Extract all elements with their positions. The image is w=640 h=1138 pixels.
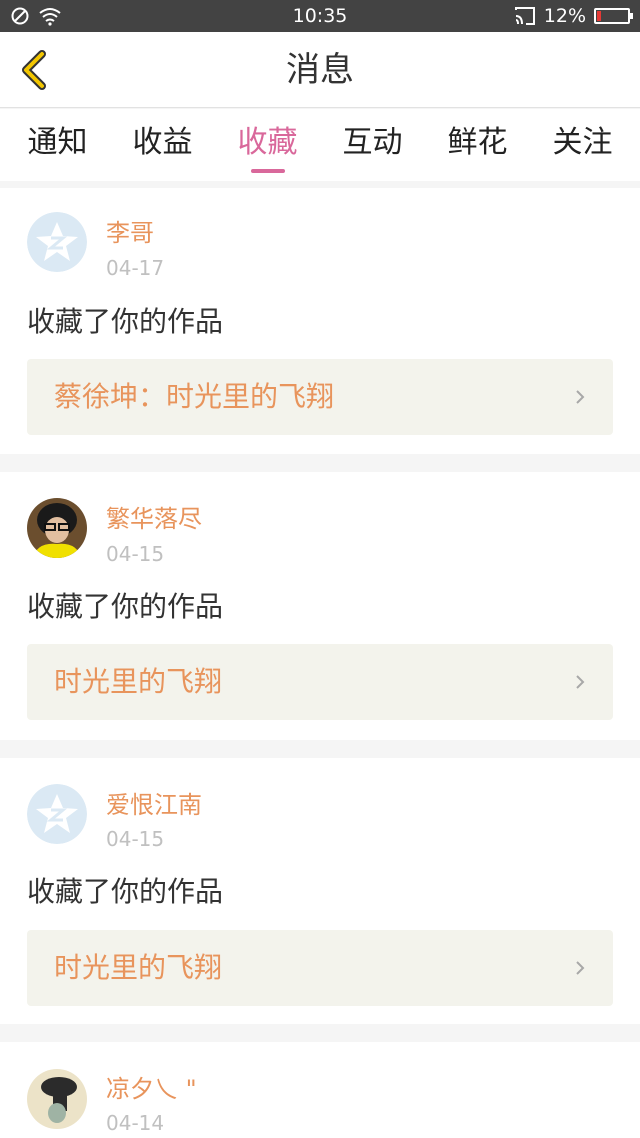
message-date: 04-17 — [106, 256, 165, 280]
tab-notifications[interactable]: 通知 — [4, 109, 111, 181]
qzone-star-icon — [27, 784, 87, 844]
work-title: 蔡徐坤：时光里的飞翔 — [54, 380, 335, 413]
battery-icon — [594, 8, 633, 24]
action-text: 收藏了你的作品 — [27, 875, 224, 908]
qzone-star-icon — [27, 212, 87, 272]
tab-label: 收益 — [132, 125, 193, 160]
user-avatar[interactable] — [27, 1069, 87, 1129]
tab-label: 关注 — [552, 125, 613, 160]
tab-label: 鲜花 — [447, 125, 508, 160]
screen-cast-icon — [514, 7, 535, 25]
work-link[interactable]: 蔡徐坤：时光里的飞翔 — [27, 359, 613, 435]
message-card: 李哥 04-17 收藏了你的作品 蔡徐坤：时光里的飞翔 — [0, 188, 640, 454]
battery-percent: 12% — [543, 5, 586, 27]
status-right-icons: 12% — [514, 4, 633, 28]
message-card: 凉夕乀 " 04-14 — [0, 1042, 640, 1138]
tab-flowers[interactable]: 鲜花 — [424, 109, 531, 181]
work-link[interactable]: 时光里的飞翔 — [27, 930, 613, 1006]
work-link[interactable]: 时光里的飞翔 — [27, 644, 613, 720]
top-nav-bar: 消息 — [0, 32, 640, 108]
tab-favorites[interactable]: 收藏 — [214, 109, 321, 181]
default-avatar[interactable] — [27, 784, 87, 844]
work-title: 时光里的飞翔 — [54, 951, 223, 984]
tab-following[interactable]: 关注 — [529, 109, 636, 181]
username[interactable]: 繁华落尽 — [106, 504, 202, 534]
action-text: 收藏了你的作品 — [27, 590, 224, 623]
message-date: 04-15 — [106, 827, 165, 851]
username[interactable]: 李哥 — [106, 218, 154, 248]
user-photo-icon — [27, 498, 87, 558]
username[interactable]: 爱恨江南 — [106, 790, 202, 820]
message-card: 爱恨江南 04-15 收藏了你的作品 时光里的飞翔 — [0, 758, 640, 1024]
tab-earnings[interactable]: 收益 — [109, 109, 216, 181]
message-date: 04-14 — [106, 1111, 165, 1135]
category-tabs: 通知 收益 收藏 互动 鲜花 关注 — [0, 109, 640, 181]
username[interactable]: 凉夕乀 " — [106, 1074, 197, 1104]
message-date: 04-15 — [106, 542, 165, 566]
message-card: 繁华落尽 04-15 收藏了你的作品 时光里的飞翔 — [0, 472, 640, 740]
page-title: 消息 — [286, 50, 354, 90]
tab-interactions[interactable]: 互动 — [319, 109, 426, 181]
work-title: 时光里的飞翔 — [54, 665, 223, 698]
tab-label: 收藏 — [237, 125, 298, 160]
chevron-right-icon — [576, 675, 585, 689]
tab-label: 互动 — [342, 125, 403, 160]
chevron-right-icon — [576, 961, 585, 975]
tab-label: 通知 — [27, 125, 88, 160]
chevron-right-icon — [576, 390, 585, 404]
active-tab-indicator — [250, 169, 285, 173]
action-text: 收藏了你的作品 — [27, 305, 224, 338]
user-avatar[interactable] — [27, 498, 87, 558]
default-avatar[interactable] — [27, 212, 87, 272]
user-photo-icon — [27, 1069, 87, 1129]
status-bar: 10:35 12% — [0, 0, 640, 32]
